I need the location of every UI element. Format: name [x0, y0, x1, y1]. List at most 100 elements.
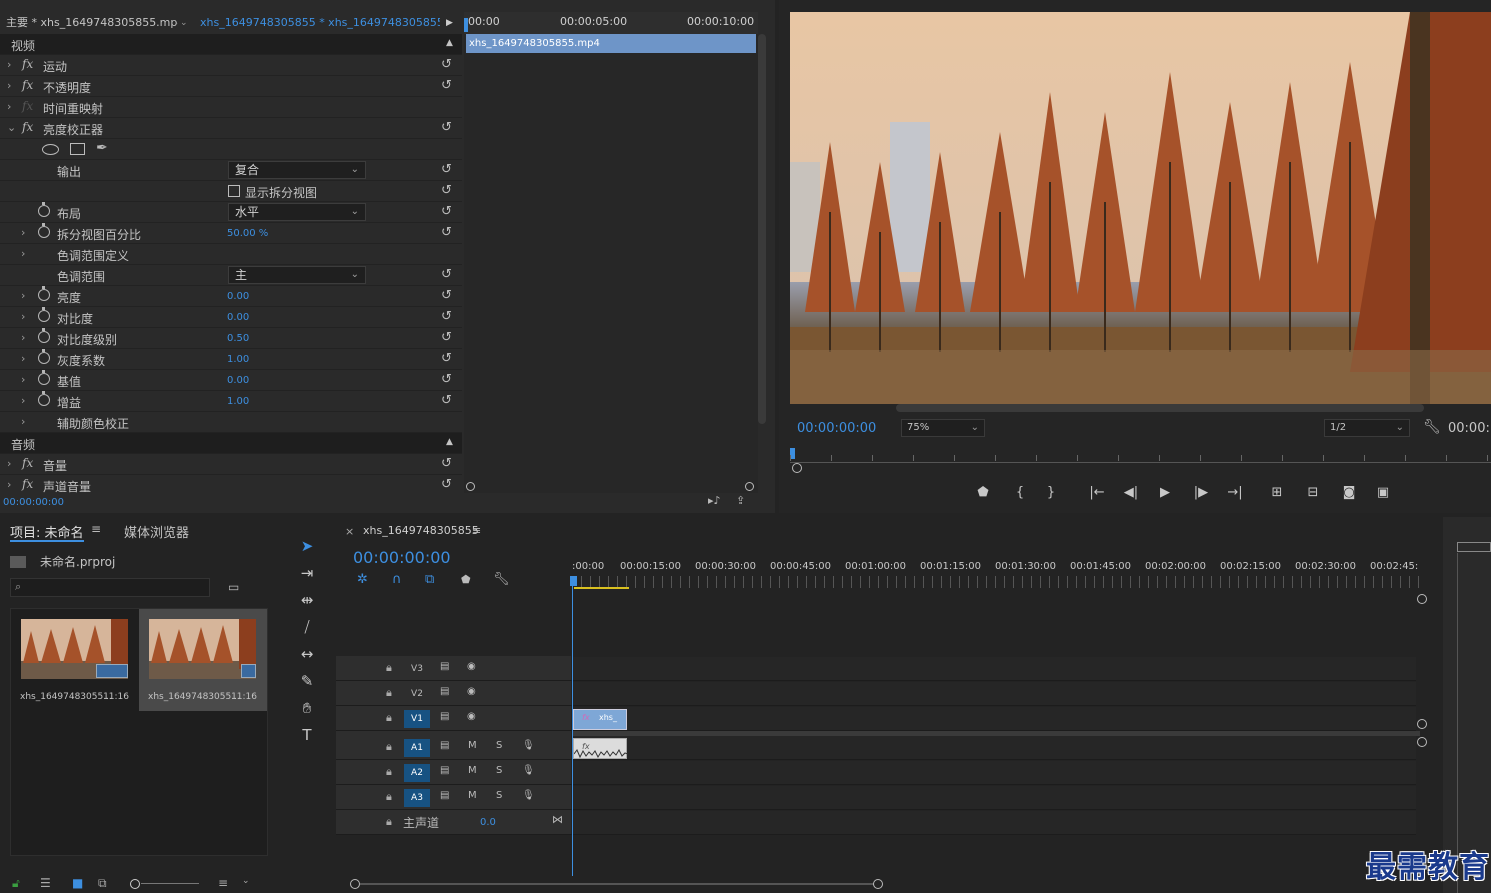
track-label[interactable]: V1	[404, 710, 430, 728]
fx-icon[interactable]: fx	[22, 78, 33, 92]
type-tool-icon[interactable]: T	[296, 724, 318, 746]
razor-tool-icon[interactable]: ⧸	[296, 616, 318, 638]
track-select-tool-icon[interactable]: ⇥	[296, 562, 318, 584]
wrench-icon[interactable]: 🔧︎	[493, 572, 510, 587]
layout-dropdown[interactable]: 水平 ⌄	[228, 203, 366, 221]
timeline-ruler[interactable]: :00:00 00:00:15:00 00:00:30:00 00:00:45:…	[572, 561, 1420, 575]
reset-icon[interactable]: ↺	[441, 330, 452, 345]
collapse-icon[interactable]: ▲	[446, 437, 453, 447]
slip-tool-icon[interactable]: ↔	[296, 643, 318, 665]
chevron-down-icon[interactable]: ⌄	[242, 876, 250, 886]
split-percent-value[interactable]: 50.00 %	[227, 228, 268, 239]
program-video-frame[interactable]	[790, 12, 1491, 404]
lock-icon[interactable]: 🔒︎	[386, 815, 392, 829]
stopwatch-icon[interactable]	[38, 328, 50, 343]
tonal-range-dropdown[interactable]: 主 ⌄	[228, 266, 366, 284]
sort-icon[interactable]: ≡	[218, 876, 228, 890]
mute-button[interactable]: M	[468, 765, 477, 776]
eye-icon[interactable]: ◉	[467, 711, 476, 722]
mic-icon[interactable]: 🎙︎	[522, 740, 535, 751]
divider-handle[interactable]	[1417, 719, 1427, 729]
solo-button[interactable]: S	[496, 765, 502, 776]
effect-motion[interactable]: › fx 运动 ↺	[0, 55, 462, 76]
zoom-dropdown[interactable]: 75% ⌄	[901, 419, 985, 437]
reset-icon[interactable]: ↺	[441, 225, 452, 240]
extract-icon[interactable]: ⊟	[1304, 484, 1322, 502]
video-scroll-handle[interactable]	[1417, 594, 1427, 604]
play-audio-icon[interactable]: ▸♪	[708, 494, 721, 507]
zoom-handle-left[interactable]	[466, 482, 475, 491]
chevron-right-icon[interactable]: ›	[7, 478, 11, 491]
audio-clip[interactable]: fx	[573, 738, 628, 759]
stopwatch-icon[interactable]	[38, 223, 50, 238]
zoom-slider-track[interactable]	[141, 883, 199, 884]
chevron-right-icon[interactable]: ›	[7, 457, 11, 470]
snap-icon[interactable]: ∩	[392, 572, 402, 587]
monitor-zoom-handle[interactable]	[792, 463, 802, 473]
linked-selection-icon[interactable]: ⧉	[425, 572, 434, 587]
track-content[interactable]	[572, 682, 1416, 705]
reset-icon[interactable]: ↺	[441, 288, 452, 303]
zoom-handle-right[interactable]	[745, 482, 754, 491]
chevron-down-icon[interactable]: ⌄	[180, 12, 190, 34]
collapse-icon[interactable]: ▲	[446, 38, 453, 48]
audio-scroll-handle[interactable]	[1417, 737, 1427, 747]
zoom-slider-handle[interactable]	[130, 879, 140, 889]
solo-button[interactable]: S	[496, 790, 502, 801]
eye-icon[interactable]: ◉	[467, 661, 476, 672]
track-label[interactable]: V3	[404, 660, 430, 678]
stopwatch-icon[interactable]	[38, 286, 50, 301]
solo-button[interactable]: S	[496, 740, 502, 751]
track-label[interactable]: A2	[404, 764, 430, 782]
gain-value[interactable]: 1.00	[227, 396, 249, 407]
playhead-handle[interactable]	[570, 576, 577, 586]
tab-project[interactable]: 项目: 未命名	[10, 522, 84, 541]
ec-clip-bar[interactable]: xhs_1649748305855.mp4	[466, 34, 756, 53]
ec-ruler[interactable]: 00:00 00:00:05:00 00:00:10:00	[464, 12, 758, 34]
chevron-right-icon[interactable]: ›	[21, 373, 25, 386]
sequence-tab[interactable]: xhs_1649748305855	[363, 524, 479, 537]
lock-icon[interactable]: 🔒︎	[386, 740, 392, 754]
fx-icon[interactable]: fx	[22, 477, 33, 491]
lock-icon[interactable]: 🔒︎	[386, 765, 392, 779]
panel-menu-icon[interactable]: ≡	[91, 522, 101, 536]
nest-icon[interactable]: ✲	[357, 572, 368, 587]
freeform-view-icon[interactable]: ⧉	[98, 876, 107, 891]
fx-icon[interactable]: fx	[22, 57, 33, 71]
project-item-selected[interactable]: xhs_16497483055... 11:16	[139, 609, 267, 711]
timeline-timecode[interactable]: 00:00:00:00	[353, 548, 451, 567]
track-label[interactable]: V2	[404, 685, 430, 703]
close-icon[interactable]: ×	[345, 525, 354, 538]
project-search-input[interactable]: ⌕	[10, 578, 210, 597]
stopwatch-icon[interactable]	[38, 202, 50, 217]
add-marker-icon[interactable]: ⬟	[461, 573, 471, 586]
wrench-icon[interactable]: 🔧︎	[1423, 419, 1441, 435]
track-label[interactable]: A3	[404, 789, 430, 807]
export-frame-icon[interactable]: ◙	[1340, 484, 1358, 502]
lock-icon[interactable]: 🔒︎	[386, 790, 392, 804]
reset-icon[interactable]: ↺	[441, 456, 452, 471]
timeline-playhead[interactable]	[572, 576, 573, 876]
chevron-right-icon[interactable]: ›	[7, 58, 11, 71]
sync-lock-icon[interactable]: ▤	[440, 765, 449, 776]
reset-icon[interactable]: ↺	[441, 120, 452, 135]
track-label[interactable]: A1	[404, 739, 430, 757]
go-to-out-icon[interactable]: →|	[1226, 484, 1244, 502]
lock-icon[interactable]: 🔒︎	[386, 661, 392, 675]
pen-tool-icon[interactable]: ✎	[296, 670, 318, 692]
program-timecode[interactable]: 00:00:00:00	[797, 421, 876, 436]
ec-scrollbar[interactable]	[758, 34, 766, 424]
mic-icon[interactable]: 🎙︎	[522, 765, 535, 776]
mute-button[interactable]: M	[468, 740, 477, 751]
reset-icon[interactable]: ↺	[441, 78, 452, 93]
master-volume-value[interactable]: 0.0	[480, 817, 496, 828]
ec-playhead[interactable]	[464, 18, 468, 32]
track-content[interactable]	[572, 736, 1416, 759]
chevron-right-icon[interactable]: ›	[21, 331, 25, 344]
icon-view-icon[interactable]: ■	[72, 876, 83, 890]
chevron-right-icon[interactable]: ›	[21, 247, 25, 260]
chevron-right-icon[interactable]: ›	[21, 352, 25, 365]
effect-controls-timecode[interactable]: 00:00:00:00	[3, 497, 64, 508]
export-icon[interactable]: ⇪	[736, 494, 745, 507]
pen-mask-icon[interactable]: ✒	[96, 140, 108, 156]
